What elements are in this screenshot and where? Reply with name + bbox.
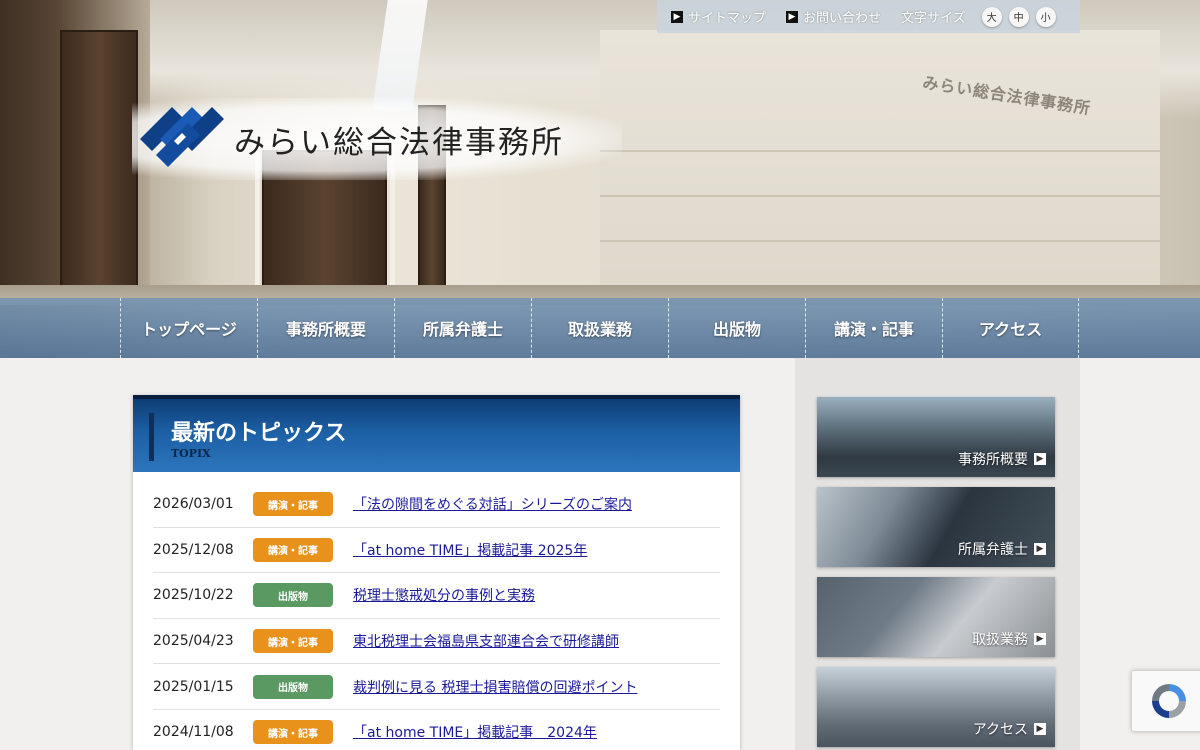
- topic-date: 2025/04/23: [153, 633, 234, 650]
- sidebar-card-label: 事務所概要: [958, 452, 1028, 468]
- global-nav: トップページ 事務所概要 所属弁護士 取扱業務 出版物 講演・記事 アクセス: [0, 298, 1200, 358]
- sidebar-card-practice[interactable]: 取扱業務 ▶: [817, 577, 1055, 657]
- topic-link[interactable]: 東北税理士会福島県支部連合会で研修講師: [353, 631, 619, 651]
- topics-title: 最新のトピックス: [171, 420, 347, 446]
- sidebar-cards: 事務所概要 ▶ 所属弁護士 ▶ 取扱業務 ▶ アクセス ▶: [817, 397, 1055, 750]
- category-badge: 出版物: [253, 583, 333, 608]
- chevron-right-icon: ▶: [1034, 633, 1046, 645]
- nav-item-top[interactable]: トップページ: [120, 298, 257, 358]
- sidebar-card-label: 取扱業務: [972, 632, 1028, 648]
- topic-date: 2024/11/08: [153, 724, 234, 741]
- contact-link[interactable]: ▶ お問い合わせ: [786, 7, 881, 26]
- nav-item-lawyers[interactable]: 所属弁護士: [394, 298, 531, 358]
- topic-date: 2025/12/08: [153, 541, 234, 558]
- topic-link[interactable]: 裁判例に見る 税理士損害賠償の回避ポイント: [353, 677, 637, 697]
- logo-mark-icon: [136, 103, 228, 175]
- logo-text: みらい総合法律事務所: [234, 124, 564, 161]
- topics-header: 最新のトピックス TOPIX: [133, 395, 740, 472]
- category-badge: 講演・記事: [253, 629, 333, 654]
- topics-panel: 最新のトピックス TOPIX 2026/03/01 講演・記事 「法の隙間をめぐ…: [133, 395, 740, 750]
- chevron-right-icon: ▶: [1034, 723, 1046, 735]
- font-size-medium-button[interactable]: 中: [1008, 6, 1029, 27]
- topic-row: 2025/04/23 講演・記事 東北税理士会福島県支部連合会で研修講師: [153, 619, 720, 665]
- category-badge: 出版物: [253, 674, 333, 699]
- utility-bar: ▶ サイトマップ ▶ お問い合わせ 文字サイズ 大 中 小: [657, 0, 1080, 33]
- topic-row: 2024/11/08 講演・記事 「at home TIME」掲載記事 2024…: [153, 710, 720, 750]
- topics-subtitle: TOPIX: [171, 447, 211, 460]
- sitemap-label: サイトマップ: [688, 11, 767, 26]
- recaptcha-icon: [1151, 684, 1186, 718]
- sidebar-card-label: アクセス: [972, 722, 1028, 738]
- site-logo[interactable]: みらい総合法律事務所: [132, 98, 622, 180]
- nav-item-access[interactable]: アクセス: [942, 298, 1079, 358]
- sidebar-card-about[interactable]: 事務所概要 ▶: [817, 397, 1055, 477]
- topic-link[interactable]: 税理士懲戒処分の事例と実務: [353, 585, 535, 605]
- sitemap-link[interactable]: ▶ サイトマップ: [671, 7, 766, 26]
- topic-row: 2025/10/22 出版物 税理士懲戒処分の事例と実務: [153, 573, 720, 619]
- topic-row: 2025/12/08 講演・記事 「at home TIME」掲載記事 2025…: [153, 528, 720, 574]
- nav-item-about[interactable]: 事務所概要: [257, 298, 394, 358]
- chevron-right-icon: ▶: [1034, 453, 1046, 465]
- nav-item-practice[interactable]: 取扱業務: [531, 298, 668, 358]
- topic-row: 2026/03/01 講演・記事 「法の隙間をめぐる対話」シリーズのご案内: [153, 482, 720, 528]
- category-badge: 講演・記事: [253, 537, 333, 562]
- contact-label: お問い合わせ: [803, 11, 882, 26]
- nav-item-publications[interactable]: 出版物: [668, 298, 805, 358]
- topic-link[interactable]: 「at home TIME」掲載記事 2024年: [353, 722, 597, 742]
- nav-item-lectures[interactable]: 講演・記事: [805, 298, 942, 358]
- topic-row: 2025/01/15 出版物 裁判例に見る 税理士損害賠償の回避ポイント: [153, 664, 720, 710]
- sidebar-card-lawyers[interactable]: 所属弁護士 ▶: [817, 487, 1055, 567]
- topic-date: 2025/01/15: [153, 678, 234, 695]
- category-badge: 講演・記事: [253, 720, 333, 745]
- topic-list: 2026/03/01 講演・記事 「法の隙間をめぐる対話」シリーズのご案内 20…: [133, 472, 740, 750]
- sidebar-card-access[interactable]: アクセス ▶: [817, 667, 1055, 747]
- chevron-right-icon: ▶: [1034, 543, 1046, 555]
- topic-link[interactable]: 「法の隙間をめぐる対話」シリーズのご案内: [353, 494, 632, 514]
- recaptcha-badge[interactable]: [1131, 670, 1200, 732]
- topic-date: 2025/10/22: [153, 587, 234, 604]
- font-size-small-button[interactable]: 小: [1035, 6, 1056, 27]
- sidebar-card-label: 所属弁護士: [958, 542, 1028, 558]
- category-badge: 講演・記事: [253, 492, 333, 517]
- font-size-large-button[interactable]: 大: [981, 6, 1002, 27]
- topic-date: 2026/03/01: [153, 496, 234, 513]
- chevron-right-icon: ▶: [671, 10, 683, 23]
- font-size-label: 文字サイズ: [901, 11, 966, 26]
- chevron-right-icon: ▶: [786, 10, 799, 23]
- topic-link[interactable]: 「at home TIME」掲載記事 2025年: [353, 540, 587, 560]
